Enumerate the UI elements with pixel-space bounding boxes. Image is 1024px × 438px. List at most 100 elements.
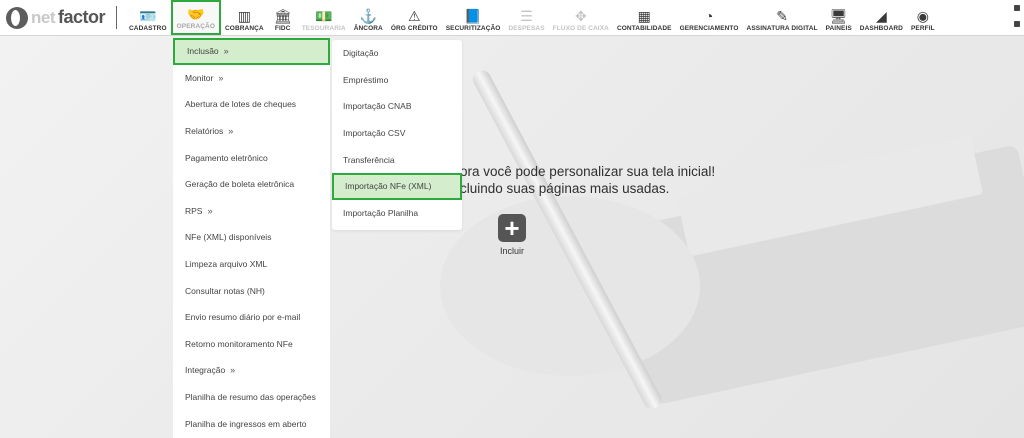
warning-icon: ⚠	[407, 8, 421, 24]
toolbar-ancora-button[interactable]: ⚓ ÂNCORA	[350, 0, 387, 35]
toolbar-securitizacao-button[interactable]: 📘 SECURITIZAÇÃO	[442, 0, 505, 35]
toolbar-org-credito-button[interactable]: ⚠ ÓRG CRÉDITO	[387, 0, 442, 35]
monitor-icon: 🖥	[829, 8, 848, 24]
money-icon: 💵	[314, 8, 333, 24]
toolbar-label: ÂNCORA	[353, 25, 383, 32]
toolbar-fidc-button[interactable]: 🏛 FIDC	[268, 0, 298, 35]
toolbar-label: TESOURARIA	[301, 25, 346, 32]
double-chevron-right-icon: »	[230, 365, 236, 376]
toolbar-assinatura-digital-button[interactable]: ✎ ASSINATURA DIGITAL	[743, 0, 822, 35]
operacao-dropdown-menu: Inclusão » Monitor » Abertura de lotes de ch…	[173, 38, 330, 438]
toolbar-label: ASSINATURA DIGITAL	[746, 25, 818, 32]
minimize-icon[interactable]	[1014, 21, 1020, 27]
toolbar-label: PERFIL	[910, 25, 935, 32]
toolbar-items: 🪪 CADASTRO 🤝 OPERAÇÃO ▥ COBRANÇA 🏛 FIDC 💵 TESOURA…	[125, 0, 1010, 35]
toolbar-label: DESPESAS	[508, 25, 545, 32]
submenu-item[interactable]: Empréstimo	[332, 67, 462, 94]
menu-item-label: Geração de boleta eletrônica	[185, 179, 295, 190]
menu-item[interactable]: Pagamento eletrônico	[173, 144, 330, 171]
logo-text-factor: factor	[58, 7, 106, 27]
welcome-line-2: cluindo suas páginas mais usadas.	[460, 181, 670, 196]
hand-shape	[440, 196, 700, 376]
book-icon: 📘	[464, 8, 482, 24]
menu-item-label: Abertura de lotes de cheques	[185, 99, 297, 110]
anchor-icon: ⚓	[359, 8, 377, 24]
menu-item[interactable]: Abertura de lotes de cheques	[173, 91, 330, 118]
menu-item-label: Monitor	[185, 72, 214, 83]
double-chevron-right-icon: »	[207, 205, 213, 216]
pie-chart-icon: ◔	[704, 8, 714, 24]
toolbar-label: OPERAÇÃO	[176, 23, 215, 30]
area-chart-icon: ◢	[875, 8, 887, 24]
incluir-label: Incluir	[499, 246, 524, 256]
menu-item[interactable]: Limpeza arquivo XML	[173, 251, 330, 278]
menu-item-label: RPS	[185, 205, 203, 216]
top-toolbar: net factor 🪪 CADASTRO 🤝 OPERAÇÃO ▥ COBRANÇA 🏛 F…	[0, 0, 1024, 36]
menu-item-label: Inclusão	[187, 46, 219, 57]
toolbar-tesouraria-button[interactable]: 💵 TESOURARIA	[298, 0, 350, 35]
logo-mark-icon	[6, 6, 28, 29]
toolbar-label: FIDC	[274, 25, 291, 32]
toolbar-fluxo-de-caixa-button[interactable]: ✥ FLUXO DE CAIXA	[549, 0, 613, 35]
menu-item[interactable]: Integração »	[173, 357, 330, 384]
menu-item[interactable]: Planilha de resumo das operações	[173, 384, 330, 411]
toolbar-divider	[116, 6, 117, 29]
toolbar-cobranca-button[interactable]: ▥ COBRANÇA	[221, 0, 268, 35]
menu-item[interactable]: Geração de boleta eletrônica	[173, 171, 330, 198]
menu-item[interactable]: Monitor »	[173, 65, 330, 92]
menu-item-label: Planilha de resumo das operações	[185, 392, 316, 403]
submenu-item[interactable]: Importação NFe (XML)	[332, 172, 462, 200]
menu-item-label: Planilha de ingressos em aberto	[185, 418, 307, 429]
calculator-icon: ▦	[637, 8, 651, 24]
submenu-item[interactable]: Importação Planilha	[332, 200, 462, 227]
toolbar-paineis-button[interactable]: 🖥 PAINEIS	[822, 0, 856, 35]
menu-item-label: Limpeza arquivo XML	[185, 259, 268, 270]
menu-item[interactable]: Planilha de ingressos em aberto	[173, 410, 330, 437]
toolbar-despesas-button[interactable]: ☰ DESPESAS	[504, 0, 548, 35]
toolbar-dashboard-button[interactable]: ◢ DASHBOARD	[856, 0, 907, 35]
edit-icon: ✎	[776, 8, 788, 24]
menu-item[interactable]: Retorno monitoramento NFe	[173, 331, 330, 358]
submenu-item[interactable]: Transferência	[332, 146, 462, 173]
window-controls	[1010, 0, 1024, 35]
toolbar-label: GERENCIAMENTO	[679, 25, 739, 32]
menu-item[interactable]: RPS »	[173, 198, 330, 225]
bank-icon: 🏛	[273, 8, 292, 24]
welcome-line-1: ora você pode personalizar sua tela inic…	[460, 164, 716, 179]
toolbar-label: DASHBOARD	[859, 25, 903, 32]
list-icon: ☰	[520, 8, 533, 24]
submenu-item[interactable]: Digitação	[332, 40, 462, 67]
toolbar-label: CADASTRO	[129, 25, 167, 32]
menu-item[interactable]: Consultar notas (NH)	[173, 277, 330, 304]
menu-item[interactable]: NFe (XML) disponíveis	[173, 224, 330, 251]
incluir-button[interactable]: + Incluir	[497, 214, 527, 256]
menu-item[interactable]: Inclusão »	[173, 38, 330, 65]
menu-item[interactable]: Relatórios »	[173, 118, 330, 145]
toolbar-label: CONTABILIDADE	[616, 25, 672, 32]
toolbar-label: SECURITIZAÇÃO	[445, 25, 501, 32]
expand-icon: ✥	[574, 8, 587, 24]
menu-item[interactable]: Envio resumo diário por e-mail	[173, 304, 330, 331]
submenu-item[interactable]: Importação CNAB	[332, 93, 462, 120]
logo[interactable]: net factor	[0, 0, 112, 35]
welcome-message: ora você pode personalizar sua tela inic…	[460, 163, 760, 197]
submenu-item[interactable]: Importação CSV	[332, 120, 462, 147]
toolbar-label: FLUXO DE CAIXA	[552, 25, 609, 32]
id-card-icon: 🪪	[139, 8, 157, 24]
double-chevron-right-icon: »	[223, 46, 229, 57]
toolbar-operacao-button[interactable]: 🤝 OPERAÇÃO	[170, 0, 221, 35]
plus-icon: +	[498, 214, 526, 242]
toolbar-cadastro-button[interactable]: 🪪 CADASTRO	[125, 0, 171, 35]
menu-item-label: Integração	[185, 365, 226, 376]
toolbar-label: PAINEIS	[825, 25, 852, 32]
toolbar-perfil-button[interactable]: ◉ PERFIL	[907, 0, 939, 35]
logo-text-net: net	[31, 7, 56, 27]
menu-item-label: Pagamento eletrônico	[185, 152, 268, 163]
menu-item-label: Consultar notas (NH)	[185, 285, 265, 296]
menu-item-label: Retorno monitoramento NFe	[185, 338, 293, 349]
collapse-icon[interactable]	[1014, 5, 1020, 11]
user-circle-icon: ◉	[916, 8, 929, 24]
toolbar-gerenciamento-button[interactable]: ◔ GERENCIAMENTO	[676, 0, 743, 35]
handshake-icon: 🤝	[187, 6, 205, 22]
toolbar-contabilidade-button[interactable]: ▦ CONTABILIDADE	[613, 0, 676, 35]
